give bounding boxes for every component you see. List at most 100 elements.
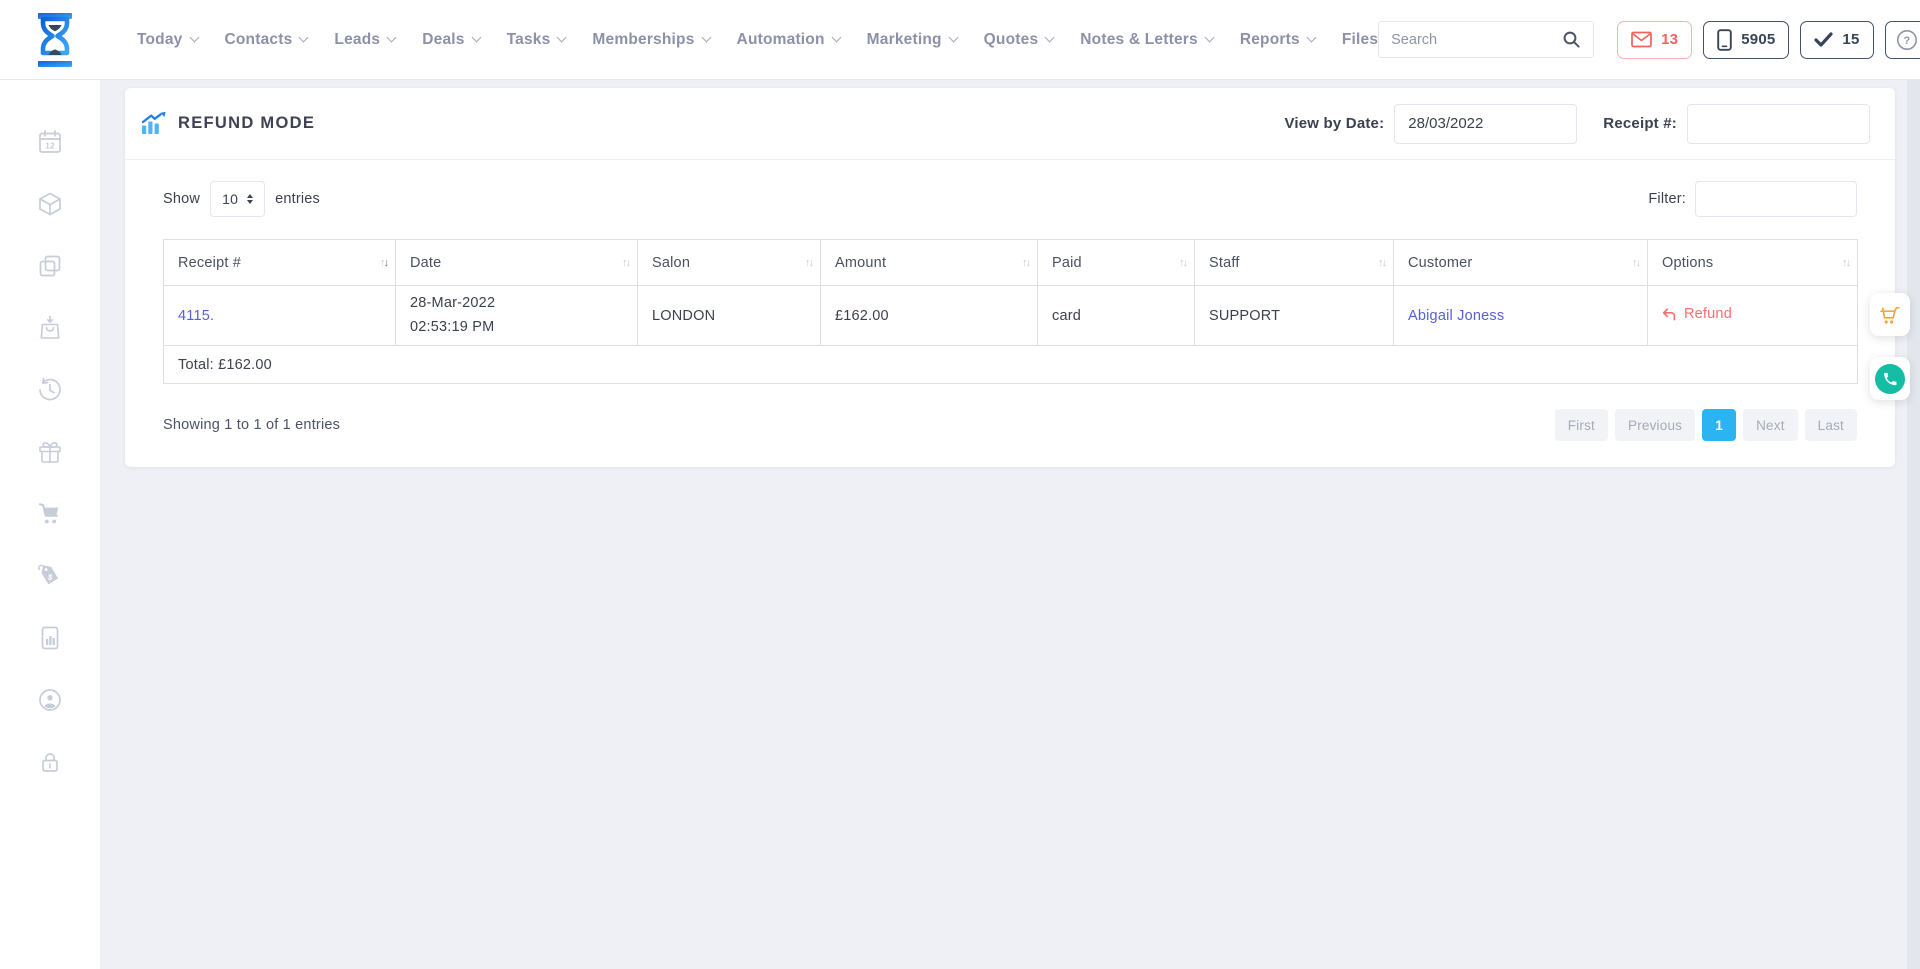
nav-item-leads[interactable]: Leads bbox=[334, 31, 395, 49]
sort-icon: ↑↓ bbox=[1378, 257, 1385, 269]
nav-item-deals[interactable]: Deals bbox=[422, 31, 479, 49]
panel-header: REFUND MODE View by Date: Receipt #: bbox=[125, 88, 1895, 160]
column-label: Options bbox=[1662, 255, 1713, 271]
cart-icon[interactable] bbox=[36, 500, 64, 528]
column-header-amount[interactable]: Amount↑↓ bbox=[821, 240, 1038, 286]
search-button[interactable] bbox=[1549, 22, 1593, 57]
pagination-previous[interactable]: Previous bbox=[1615, 409, 1695, 441]
nav-label: Files bbox=[1342, 31, 1378, 49]
package-cube-icon[interactable] bbox=[36, 190, 64, 218]
lock-icon[interactable] bbox=[36, 748, 64, 776]
shopping-bag-icon[interactable] bbox=[36, 314, 64, 342]
nav-item-automation[interactable]: Automation bbox=[737, 31, 840, 49]
column-header-customer[interactable]: Customer↑↓ bbox=[1394, 240, 1648, 286]
pagination-page-1[interactable]: 1 bbox=[1702, 409, 1736, 441]
refund-return-arrow-icon bbox=[1662, 308, 1676, 321]
panel-body: Show 10 entries Filter: bbox=[125, 160, 1895, 467]
search-box bbox=[1378, 21, 1594, 58]
nav-item-marketing[interactable]: Marketing bbox=[867, 31, 957, 49]
refunds-table: Receipt #↑↓ Date↑↓ Salon↑↓ Amount↑↓ Paid… bbox=[163, 239, 1858, 384]
column-header-salon[interactable]: Salon↑↓ bbox=[638, 240, 821, 286]
receipt-number-input[interactable] bbox=[1687, 104, 1870, 144]
nav-label: Quotes bbox=[984, 31, 1039, 49]
show-label: Show bbox=[163, 191, 200, 207]
nav-item-contacts[interactable]: Contacts bbox=[225, 31, 308, 49]
column-header-paid[interactable]: Paid↑↓ bbox=[1038, 240, 1195, 286]
nav-label: Tasks bbox=[507, 31, 551, 49]
help-button[interactable]: ? bbox=[1885, 21, 1920, 59]
price-tag-icon[interactable]: $ bbox=[36, 562, 64, 590]
refund-button[interactable]: Refund bbox=[1662, 306, 1732, 322]
nav-item-reports[interactable]: Reports bbox=[1240, 31, 1315, 49]
scrollbar[interactable] bbox=[1907, 80, 1920, 969]
calendar-icon[interactable]: 12 bbox=[36, 128, 64, 156]
column-header-date[interactable]: Date ↑↓ bbox=[396, 240, 638, 286]
chevron-down-icon bbox=[299, 33, 309, 43]
nav-item-today[interactable]: Today bbox=[137, 31, 198, 49]
phone-circle bbox=[1875, 364, 1905, 394]
search-input[interactable] bbox=[1379, 22, 1549, 57]
pagination: First Previous 1 Next Last bbox=[1555, 409, 1857, 441]
copy-squares-icon[interactable] bbox=[36, 252, 64, 280]
svg-text:?: ? bbox=[1903, 35, 1910, 47]
messages-badge[interactable]: 13 bbox=[1617, 21, 1692, 59]
time-value: 02:53:19 PM bbox=[410, 316, 623, 339]
column-label: Paid bbox=[1052, 255, 1082, 271]
page-length-select[interactable]: 10 bbox=[210, 181, 265, 217]
calls-badge[interactable]: 5905 bbox=[1703, 21, 1789, 59]
account-circle-icon[interactable] bbox=[36, 686, 64, 714]
view-by-date-label: View by Date: bbox=[1284, 115, 1384, 132]
pagination-next[interactable]: Next bbox=[1743, 409, 1798, 441]
tasks-badge[interactable]: 15 bbox=[1800, 21, 1873, 59]
tasks-count: 15 bbox=[1842, 31, 1859, 48]
report-document-icon[interactable] bbox=[36, 624, 64, 652]
phone-quick-button[interactable] bbox=[1870, 357, 1910, 400]
sort-icon: ↑↓ bbox=[622, 257, 629, 269]
nav-label: Memberships bbox=[592, 31, 694, 49]
nav-item-notes-letters[interactable]: Notes & Letters bbox=[1080, 31, 1213, 49]
nav-label: Automation bbox=[737, 31, 825, 49]
column-header-options[interactable]: Options ↑↓ bbox=[1648, 240, 1858, 286]
chevron-down-icon bbox=[701, 33, 711, 43]
receipt-link[interactable]: 4115. bbox=[178, 308, 214, 324]
column-header-receipt[interactable]: Receipt # ↑↓ bbox=[164, 240, 396, 286]
paid-cell: card bbox=[1038, 286, 1195, 346]
gift-icon[interactable] bbox=[36, 438, 64, 466]
filter-label: Filter: bbox=[1648, 191, 1686, 207]
nav-item-quotes[interactable]: Quotes bbox=[984, 31, 1054, 49]
cart-quick-button[interactable] bbox=[1870, 293, 1910, 336]
top-header: Today Contacts Leads Deals Tasks Members… bbox=[0, 0, 1920, 80]
customer-link[interactable]: Abigail Joness bbox=[1408, 308, 1504, 324]
column-label: Date bbox=[410, 255, 441, 271]
history-clock-icon[interactable] bbox=[36, 376, 64, 404]
mobile-phone-icon bbox=[1717, 29, 1732, 51]
chevron-down-icon bbox=[557, 33, 567, 43]
column-label: Receipt # bbox=[178, 255, 241, 271]
messages-count: 13 bbox=[1661, 31, 1678, 48]
column-label: Amount bbox=[835, 255, 886, 271]
refund-panel: REFUND MODE View by Date: Receipt #: Sho… bbox=[125, 88, 1895, 467]
mail-icon bbox=[1631, 31, 1652, 48]
nav-item-files[interactable]: Files bbox=[1342, 31, 1378, 49]
app-logo[interactable] bbox=[33, 12, 77, 68]
hourglass-logo-icon bbox=[33, 12, 77, 68]
calls-count: 5905 bbox=[1741, 31, 1775, 48]
view-by-date-input[interactable] bbox=[1394, 104, 1577, 144]
column-header-staff[interactable]: Staff↑↓ bbox=[1195, 240, 1394, 286]
date-cell: 28-Mar-2022 02:53:19 PM bbox=[396, 286, 638, 346]
nav-item-tasks[interactable]: Tasks bbox=[507, 31, 566, 49]
phone-icon bbox=[1882, 371, 1898, 387]
sort-icon: ↑↓ bbox=[805, 257, 812, 269]
table-header-row: Receipt #↑↓ Date↑↓ Salon↑↓ Amount↑↓ Paid… bbox=[164, 240, 1858, 286]
filter-input[interactable] bbox=[1695, 181, 1857, 217]
sort-icon: ↑↓ bbox=[380, 257, 387, 269]
pagination-first[interactable]: First bbox=[1555, 409, 1608, 441]
nav-item-memberships[interactable]: Memberships bbox=[592, 31, 709, 49]
header-right: 13 5905 15 ? LONDON SUPPORT bbox=[1378, 19, 1920, 61]
date-value: 28-Mar-2022 bbox=[410, 292, 623, 315]
sort-icon: ↑↓ bbox=[1842, 257, 1849, 269]
svg-text:12: 12 bbox=[45, 141, 55, 151]
pagination-last[interactable]: Last bbox=[1805, 409, 1857, 441]
chevron-down-icon bbox=[189, 33, 199, 43]
table-row: 4115. 28-Mar-2022 02:53:19 PM LONDON £16… bbox=[164, 286, 1858, 346]
